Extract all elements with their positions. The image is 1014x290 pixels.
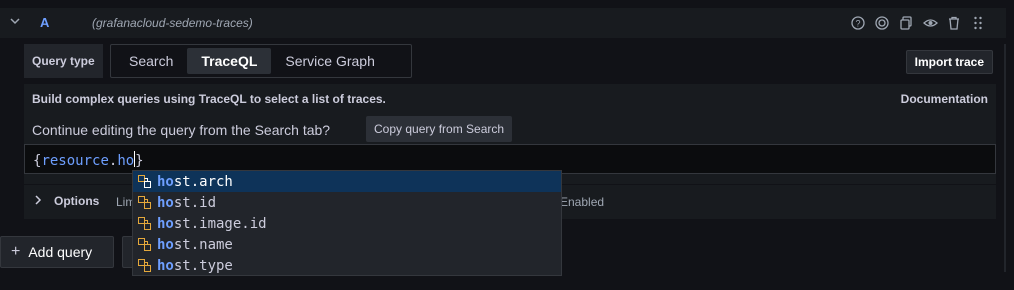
query-letter[interactable]: A	[40, 15, 49, 30]
chevron-down-icon[interactable]	[10, 16, 22, 30]
import-trace-button[interactable]: Import trace	[905, 50, 993, 74]
drag-handle-icon[interactable]	[970, 15, 986, 31]
traceql-description: Build complex queries using TraceQL to s…	[32, 92, 386, 106]
suggestion-item[interactable]: host.name	[133, 234, 561, 255]
suggestion-match: ho	[157, 173, 174, 190]
suggestion-match: ho	[157, 194, 174, 211]
suggestion-rest: st.type	[173, 257, 233, 274]
query-inspector-icon[interactable]	[874, 15, 890, 31]
suggestion-match: ho	[157, 236, 174, 253]
attribute-icon	[137, 196, 151, 210]
query-type-service-graph[interactable]: Service Graph	[271, 48, 388, 74]
close-brace: }	[135, 153, 144, 169]
query-editor-page: A (grafanacloud-sedemo-traces) ? Query t…	[0, 0, 1014, 290]
attribute-icon	[137, 175, 151, 189]
suggestion-rest: st.image.id	[173, 215, 267, 232]
attribute-icon	[137, 259, 151, 273]
autocomplete-suggestions: host.arch host.id host.image.id host.nam…	[132, 170, 562, 276]
help-icon[interactable]: ?	[850, 15, 866, 31]
suggestion-rest: st.id	[173, 194, 217, 211]
field-token: resource	[41, 153, 109, 169]
chevron-right-icon[interactable]	[34, 195, 42, 208]
query-type-search[interactable]: Search	[115, 48, 187, 74]
trash-icon[interactable]	[946, 15, 962, 31]
documentation-link[interactable]: Documentation	[901, 92, 988, 106]
attribute-icon	[137, 217, 151, 231]
suggestion-item[interactable]: host.id	[133, 192, 561, 213]
query-type-row: Query type Search TraceQL Service Graph …	[24, 44, 996, 78]
query-row-border	[1004, 44, 1006, 272]
duplicate-icon[interactable]	[898, 15, 914, 31]
suggestion-item[interactable]: host.image.id	[133, 213, 561, 234]
suggestion-match: ho	[157, 215, 174, 232]
add-query-button[interactable]: + Add query	[0, 236, 114, 268]
suggestion-rest: st.arch	[173, 173, 233, 190]
query-type-traceql[interactable]: TraceQL	[187, 48, 272, 74]
options-enabled-summary: Enabled	[560, 195, 605, 209]
eye-icon[interactable]	[922, 15, 938, 31]
query-actions: ?	[850, 15, 986, 31]
suggestion-match: ho	[157, 257, 174, 274]
suggestion-item[interactable]: host.type	[133, 255, 561, 276]
datasource-name: (grafanacloud-sedemo-traces)	[92, 16, 253, 30]
query-type-radio-group: Search TraceQL Service Graph	[110, 44, 412, 78]
query-row-header: A (grafanacloud-sedemo-traces) ?	[0, 8, 1006, 38]
continue-editing-text: Continue editing the query from the Sear…	[32, 122, 331, 138]
query-type-label: Query type	[24, 44, 103, 78]
suggestion-rest: st.name	[173, 236, 233, 253]
suggestion-item[interactable]: host.arch	[133, 171, 561, 192]
typed-token: ho	[117, 153, 135, 169]
copy-query-button[interactable]: Copy query from Search	[366, 116, 513, 142]
attribute-icon	[137, 238, 151, 252]
options-label[interactable]: Options	[54, 194, 99, 208]
plus-icon: +	[11, 243, 21, 260]
svg-text:?: ?	[855, 19, 860, 29]
add-query-label: Add query	[28, 244, 93, 260]
